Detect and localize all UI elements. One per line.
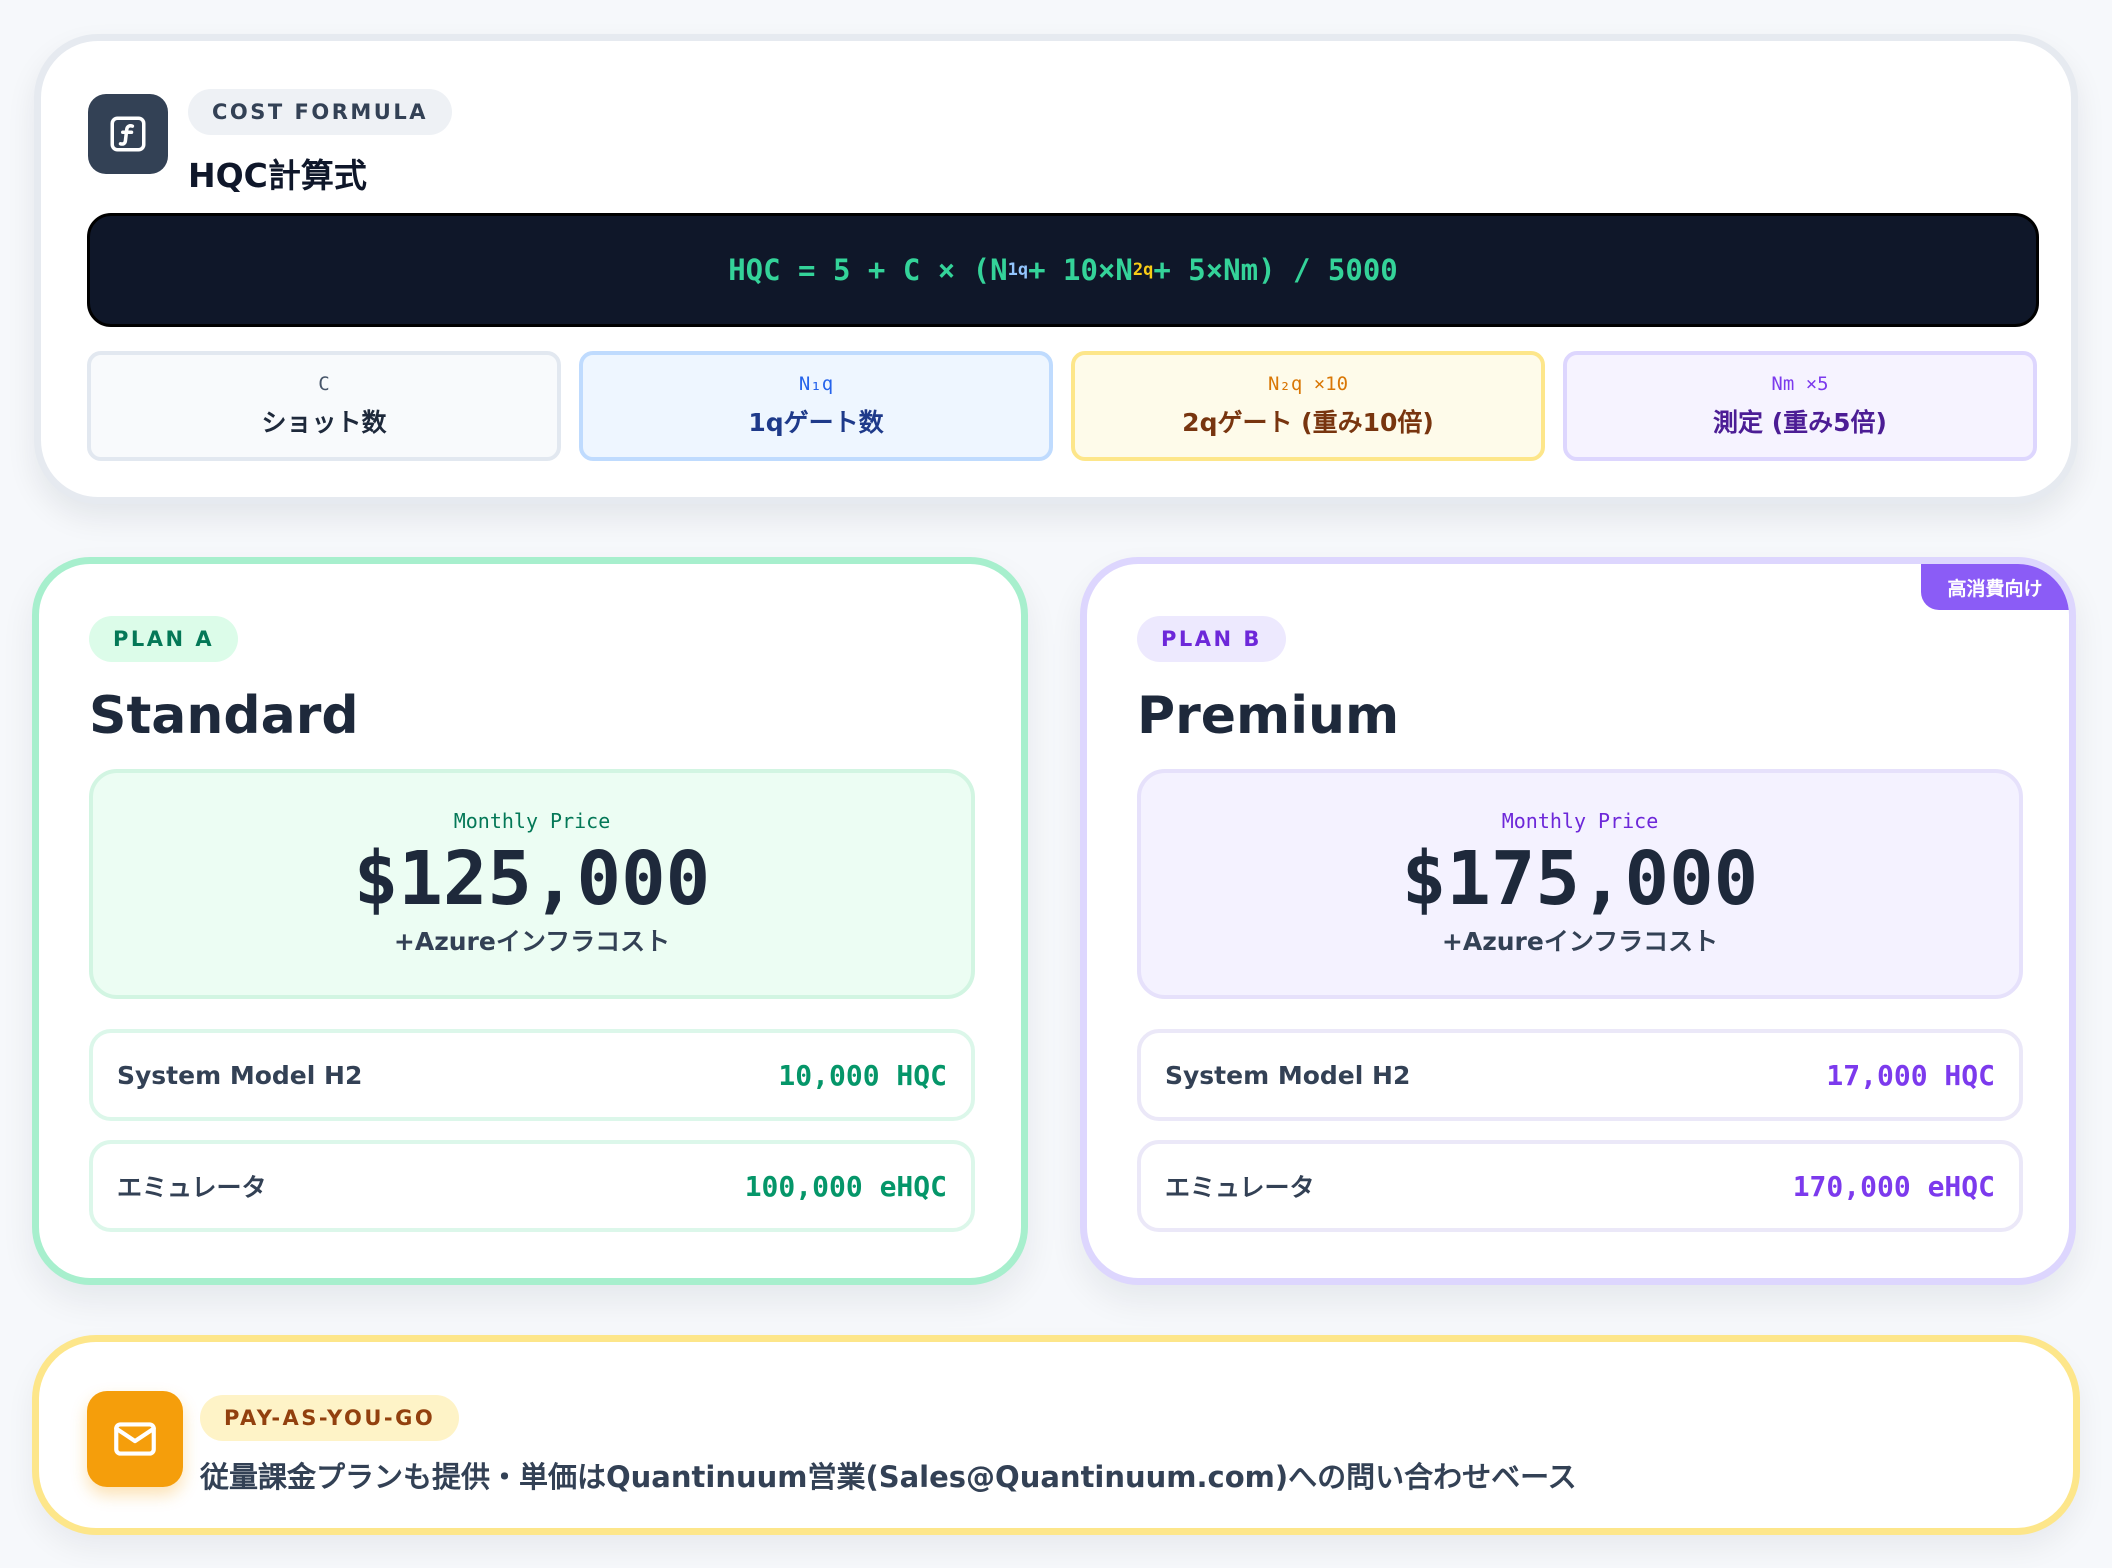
high-usage-badge: 高消費向け (1921, 564, 2069, 610)
variable-n2q: N₂q ×10 2qゲート (重み10倍) (1071, 351, 1545, 461)
rate-label: エミュレータ (117, 1173, 267, 1202)
pay-as-you-go-pill: PAY-AS-YOU-GO (200, 1395, 460, 1441)
formula-part: + 5×N (1153, 253, 1241, 287)
plan-tag: PLAN B (1137, 616, 1286, 662)
rate-label: エミュレータ (1165, 1173, 1315, 1202)
variable-description: ショット数 (261, 408, 387, 437)
plan-tag: PLAN A (89, 616, 239, 662)
function-icon (88, 94, 168, 174)
rate-row-emulator: エミュレータ 100,000 eHQC (89, 1140, 975, 1232)
formula-part: HQC = 5 + C × (N (728, 253, 1008, 287)
formula-sub-1q: 1q (1007, 260, 1029, 280)
price-label: Monthly Price (1501, 809, 1659, 833)
cost-formula-pill: COST FORMULA (188, 89, 452, 135)
plan-name: Standard (89, 686, 359, 746)
variable-c: C ショット数 (87, 351, 561, 461)
price-note: +Azureインフラコスト (1441, 927, 1719, 957)
variable-symbol: C (318, 373, 330, 395)
variable-symbol: N₂q ×10 (1267, 373, 1349, 395)
variable-description: 2qゲート (重み10倍) (1182, 408, 1434, 437)
formula-sub-m: m (1240, 253, 1259, 287)
cost-formula-card: COST FORMULA HQC計算式 HQC = 5 + C × (N 1q +… (34, 34, 2078, 504)
formula-title: HQC計算式 (188, 156, 367, 195)
rate-row-emulator: エミュレータ 170,000 eHQC (1137, 1140, 2023, 1232)
pay-as-you-go-card: PAY-AS-YOU-GO 従量課金プランも提供・単価はQuantinuum営業… (32, 1335, 2080, 1535)
variable-symbol: N₁q (798, 373, 834, 395)
formula-sub-2q: 2q (1132, 260, 1154, 280)
pay-as-you-go-description: 従量課金プランも提供・単価はQuantinuum営業(Sales@Quantin… (200, 1460, 1577, 1494)
price-label: Monthly Price (453, 809, 611, 833)
price-value: $125,000 (353, 836, 711, 922)
formula-expression: HQC = 5 + C × (N 1q + 10×N 2q + 5×N m) / 50… (87, 213, 2039, 327)
variable-legend: C ショット数 N₁q 1qゲート数 N₂q ×10 2qゲート (重み10倍)… (87, 351, 2039, 461)
variable-description: 1qゲート数 (748, 408, 884, 437)
plan-name: Premium (1137, 686, 1400, 746)
variable-n1q: N₁q 1qゲート数 (579, 351, 1053, 461)
rate-label: System Model H2 (117, 1060, 363, 1090)
rate-value: 170,000 eHQC (1792, 1169, 1995, 1203)
price-note: +Azureインフラコスト (393, 927, 671, 957)
price-value: $175,000 (1401, 836, 1759, 922)
variable-nm: Nm ×5 測定 (重み5倍) (1563, 351, 2037, 461)
rate-row-system-model: System Model H2 10,000 HQC (89, 1029, 975, 1121)
plan-a-card: PLAN A Standard Monthly Price $125,000 +… (32, 557, 1028, 1285)
price-box: Monthly Price $175,000 +Azureインフラコスト (1137, 769, 2023, 999)
price-box: Monthly Price $125,000 +Azureインフラコスト (89, 769, 975, 999)
rate-row-system-model: System Model H2 17,000 HQC (1137, 1029, 2023, 1121)
formula-part: + 10×N (1028, 253, 1133, 287)
rate-value: 10,000 HQC (778, 1058, 947, 1092)
rate-label: System Model H2 (1165, 1060, 1411, 1090)
variable-description: 測定 (重み5倍) (1713, 408, 1887, 437)
rate-value: 17,000 HQC (1826, 1058, 1995, 1092)
plan-b-card: 高消費向け PLAN B Premium Monthly Price $175,… (1080, 557, 2076, 1285)
rate-value: 100,000 eHQC (744, 1169, 947, 1203)
variable-symbol: Nm ×5 (1771, 373, 1829, 395)
formula-part: ) / 5000 (1258, 253, 1398, 287)
mail-icon (87, 1391, 183, 1487)
